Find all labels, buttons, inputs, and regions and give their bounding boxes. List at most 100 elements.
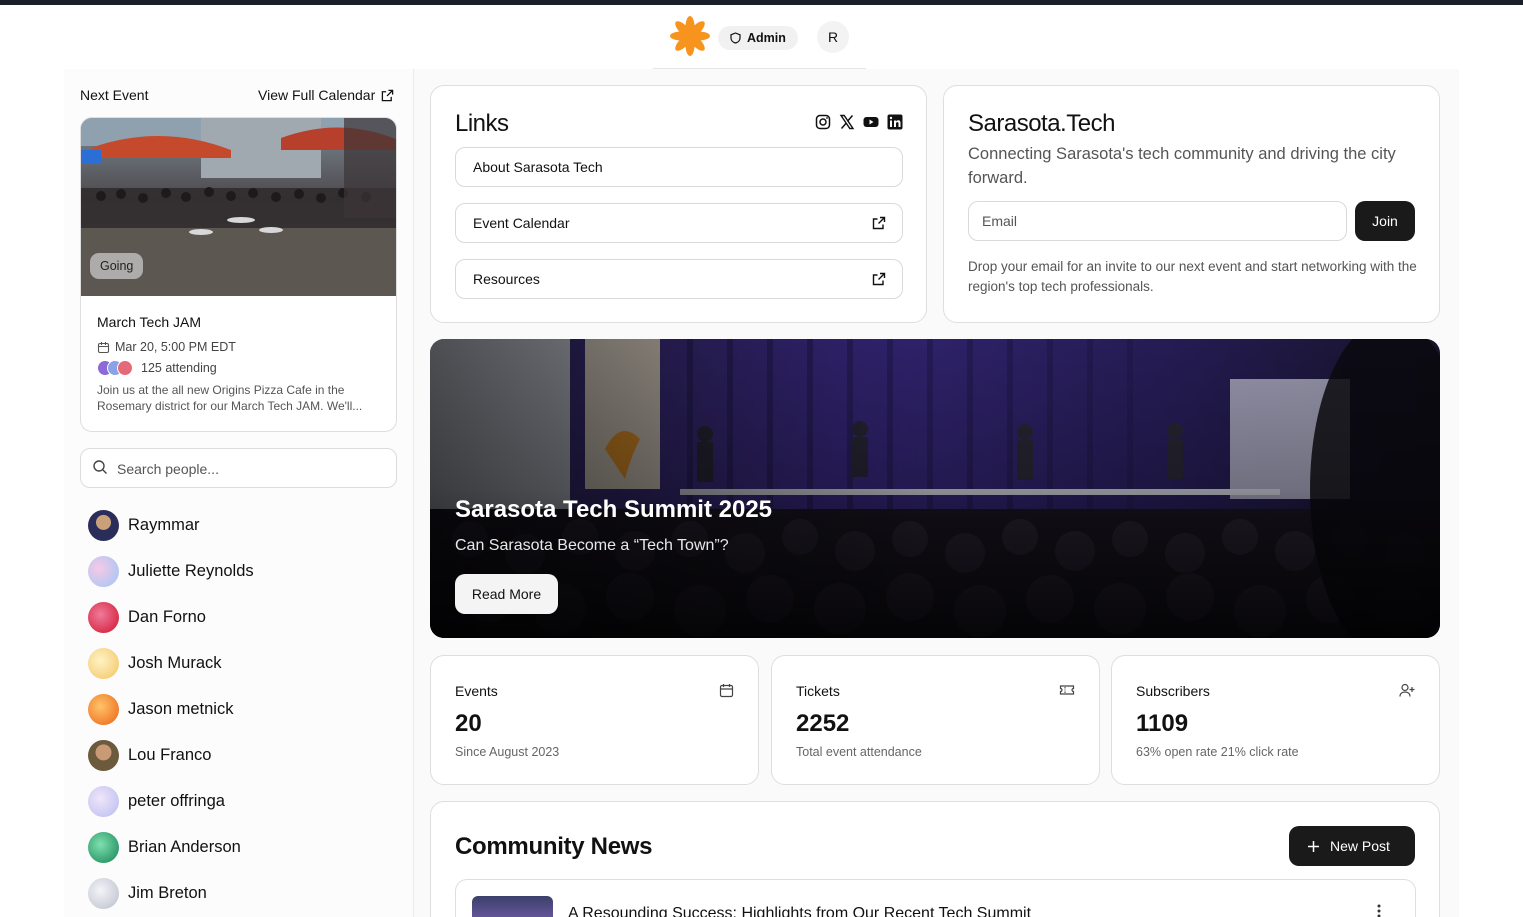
more-options-icon[interactable] xyxy=(1377,904,1381,917)
stat-card-tickets: Tickets 2252 Total event attendance xyxy=(771,655,1100,785)
attendee-avatars xyxy=(97,360,133,376)
person-item[interactable]: Lou Franco xyxy=(88,732,388,778)
banner-title: Sarasota Tech Summit 2025 xyxy=(455,496,773,523)
attending-count: 125 attending xyxy=(141,361,217,375)
new-post-label: New Post xyxy=(1330,838,1390,854)
email-field[interactable] xyxy=(968,201,1347,241)
avatar xyxy=(88,555,119,587)
stat-card-subscribers: Subscribers 1109 63% open rate 21% click… xyxy=(1111,655,1440,785)
community-news-card: Community News New Post A Resounding Suc… xyxy=(430,801,1440,917)
avatar xyxy=(88,509,119,541)
person-name: Jason metnick xyxy=(128,699,234,718)
signup-note: Drop your email for an invite to our nex… xyxy=(968,259,1417,294)
event-date: Mar 20, 5:00 PM EDT xyxy=(115,340,236,354)
avatar xyxy=(88,831,119,863)
resources-link[interactable]: Resources xyxy=(455,259,903,299)
news-post-item[interactable]: A Resounding Success: Highlights from Ou… xyxy=(455,879,1416,917)
person-name: Dan Forno xyxy=(128,607,206,626)
people-search xyxy=(80,448,397,488)
stat-value: 1109 xyxy=(1136,710,1189,737)
x-icon[interactable] xyxy=(839,114,855,130)
stat-card-events: Events 20 Since August 2023 xyxy=(430,655,759,785)
user-plus-icon xyxy=(1399,683,1415,697)
join-button[interactable]: Join xyxy=(1355,201,1415,241)
view-full-calendar-link[interactable]: View Full Calendar xyxy=(258,87,394,103)
people-list: Raymmar Juliette Reynolds Dan Forno Josh… xyxy=(88,502,388,916)
stat-value: 2252 xyxy=(796,710,850,737)
person-item[interactable]: Jim Breton xyxy=(88,870,388,916)
external-link-icon xyxy=(381,89,394,101)
view-calendar-label: View Full Calendar xyxy=(258,87,376,103)
person-item[interactable]: Josh Murack xyxy=(88,640,388,686)
search-icon xyxy=(93,460,107,474)
external-link-icon xyxy=(872,272,886,286)
links-card: Links About Sarasota Tech Event Calendar… xyxy=(430,85,927,323)
stat-note: 63% open rate 21% click rate xyxy=(1136,745,1299,759)
person-name: Brian Anderson xyxy=(128,837,241,856)
stat-label: Events xyxy=(455,683,498,699)
person-name: Raymmar xyxy=(128,515,200,534)
new-post-button[interactable]: New Post xyxy=(1289,826,1415,866)
avatar xyxy=(88,601,119,633)
link-label: Event Calendar xyxy=(473,215,570,231)
person-name: Juliette Reynolds xyxy=(128,561,254,580)
event-description: Join us at the all new Origins Pizza Caf… xyxy=(97,382,387,414)
person-item[interactable]: Dan Forno xyxy=(88,594,388,640)
stat-note: Total event attendance xyxy=(796,745,922,759)
calendar-icon xyxy=(719,684,734,698)
user-avatar[interactable]: R xyxy=(817,21,849,53)
sarasota-tech-logo[interactable] xyxy=(669,15,711,57)
ticket-icon xyxy=(1059,685,1075,695)
admin-badge[interactable]: Admin xyxy=(718,26,798,50)
summit-photo xyxy=(430,339,1440,638)
person-name: Josh Murack xyxy=(128,653,222,672)
featured-banner: Sarasota Tech Summit 2025 Can Sarasota B… xyxy=(430,339,1440,638)
calendar-icon xyxy=(97,341,110,353)
link-label: Resources xyxy=(473,271,540,287)
person-item[interactable]: peter offringa xyxy=(88,778,388,824)
avatar xyxy=(88,647,119,679)
link-label: About Sarasota Tech xyxy=(473,159,603,175)
avatar xyxy=(88,785,119,817)
person-item[interactable]: Brian Anderson xyxy=(88,824,388,870)
event-description-line: Rosemary district for our March Tech JAM… xyxy=(97,399,363,413)
plus-icon xyxy=(1308,840,1319,852)
app-header: Admin R xyxy=(653,5,866,69)
event-calendar-link[interactable]: Event Calendar xyxy=(455,203,903,243)
person-name: Jim Breton xyxy=(128,883,207,902)
stat-label: Tickets xyxy=(796,683,840,699)
person-item[interactable]: Jason metnick xyxy=(88,686,388,732)
about-sarasota-tech-link[interactable]: About Sarasota Tech xyxy=(455,147,903,187)
event-attendees-row: 125 attending xyxy=(97,360,217,376)
next-event-card[interactable]: Going March Tech JAM Mar 20, 5:00 PM EDT… xyxy=(80,117,397,432)
banner-subtitle: Can Sarasota Become a “Tech Town”? xyxy=(455,537,729,554)
shield-icon xyxy=(730,32,741,44)
linkedin-icon[interactable] xyxy=(887,114,903,130)
stat-label: Subscribers xyxy=(1136,683,1210,699)
youtube-icon[interactable] xyxy=(863,114,879,130)
avatar xyxy=(88,739,119,771)
stat-note: Since August 2023 xyxy=(455,745,560,759)
search-people-input[interactable] xyxy=(117,458,387,480)
site-title: Sarasota.Tech xyxy=(968,110,1115,137)
avatar xyxy=(88,693,119,725)
person-item[interactable]: Juliette Reynolds xyxy=(88,548,388,594)
admin-label: Admin xyxy=(747,31,786,45)
community-news-title: Community News xyxy=(455,833,653,860)
external-link-icon xyxy=(872,216,886,230)
person-item[interactable]: Raymmar xyxy=(88,502,388,548)
social-links xyxy=(815,114,903,130)
read-more-button[interactable]: Read More xyxy=(455,574,558,614)
signup-card: Sarasota.Tech Connecting Sarasota's tech… xyxy=(943,85,1440,323)
instagram-icon[interactable] xyxy=(815,114,831,130)
avatar xyxy=(88,877,119,909)
next-event-heading: Next Event xyxy=(80,87,149,103)
stat-value: 20 xyxy=(455,710,482,737)
person-name: Lou Franco xyxy=(128,745,212,764)
post-title: A Resounding Success: Highlights from Ou… xyxy=(568,905,1032,917)
event-description-line: Join us at the all new Origins Pizza Caf… xyxy=(97,383,345,397)
event-title: March Tech JAM xyxy=(97,314,201,330)
site-tagline: Connecting Sarasota's tech community and… xyxy=(968,145,1396,187)
person-name: peter offringa xyxy=(128,791,225,810)
links-title: Links xyxy=(455,110,509,137)
